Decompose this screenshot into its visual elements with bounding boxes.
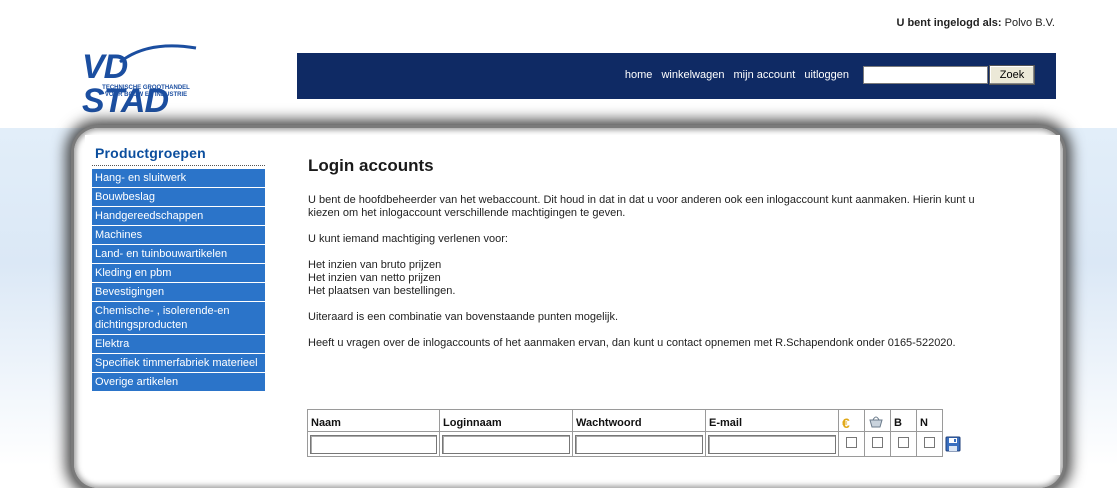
cell-naam <box>307 431 440 457</box>
sidebar: Productgroepen Hang- en sluitwerk Bouwbe… <box>92 144 265 392</box>
logo-subtitle-line1: TECHNISCHE GROOTHANDEL <box>102 85 190 91</box>
column-header-wachtwoord: Wachtwoord <box>572 409 706 432</box>
table-header-row: Naam Loginnaam Wachtwoord E-mail € B N <box>307 409 964 432</box>
column-header-naam: Naam <box>307 409 440 432</box>
top-navigation-bar: home winkelwagen mijn account uitloggen … <box>297 53 1056 99</box>
cell-basket-checkbox <box>864 431 891 457</box>
search-input[interactable] <box>863 66 988 84</box>
bruto-prijzen-checkbox[interactable] <box>846 437 857 448</box>
cell-email <box>705 431 839 457</box>
login-label: U bent ingelogd als: <box>896 17 1002 29</box>
vdstad-logo[interactable]: VD STAD TECHNISCHE GROOTHANDEL VOOR BOUW… <box>82 44 212 118</box>
login-info: U bent ingelogd als: Polvo B.V. <box>896 17 1055 29</box>
nav-home-link[interactable]: home <box>625 69 653 81</box>
top-nav-links: home winkelwagen mijn account uitloggen <box>619 69 849 81</box>
logo-title: VD STAD <box>82 48 169 120</box>
login-user: Polvo B.V. <box>1004 17 1055 29</box>
column-header-basket <box>864 409 891 432</box>
sidebar-item-elektra[interactable]: Elektra <box>92 335 265 353</box>
permission-intro: U kunt iemand machtiging verlenen voor: <box>308 233 508 245</box>
sidebar-item-overige[interactable]: Overige artikelen <box>92 373 265 391</box>
sidebar-item-handgereedschappen[interactable]: Handgereedschappen <box>92 207 265 225</box>
email-input[interactable] <box>708 434 836 454</box>
permission-item: Het inzien van bruto prijzen <box>308 259 442 271</box>
search-button[interactable]: Zoek <box>989 65 1035 85</box>
nav-winkelwagen-link[interactable]: winkelwagen <box>661 69 724 81</box>
wachtwoord-input[interactable] <box>575 434 703 454</box>
combination-note: Uiteraard is een combinatie van bovensta… <box>308 311 619 323</box>
cell-wachtwoord <box>572 431 706 457</box>
contact-note: Heeft u vragen over de inlogaccounts of … <box>308 337 956 349</box>
sidebar-item-chemische[interactable]: Chemische- , isolerende-en dichtingsprod… <box>92 302 265 334</box>
permission-item: Het plaatsen van bestellingen. <box>308 285 456 297</box>
permission-list: Het inzien van bruto prijzen Het inzien … <box>308 259 1008 298</box>
b-checkbox[interactable] <box>898 437 909 448</box>
n-checkbox[interactable] <box>924 437 935 448</box>
nav-uitloggen-link[interactable]: uitloggen <box>804 69 849 81</box>
cell-b-checkbox <box>890 431 917 457</box>
column-header-b: B <box>890 409 917 432</box>
sidebar-item-hang-en-sluitwerk[interactable]: Hang- en sluitwerk <box>92 169 265 187</box>
intro-paragraph: U bent de hoofdbeheerder van het webacco… <box>308 194 975 219</box>
cell-n-checkbox <box>916 431 943 457</box>
sidebar-item-kleding-en-pbm[interactable]: Kleding en pbm <box>92 264 265 282</box>
cell-loginnaam <box>439 431 573 457</box>
accounts-table: Naam Loginnaam Wachtwoord E-mail € B N <box>307 409 964 457</box>
column-header-email: E-mail <box>705 409 839 432</box>
bestellen-checkbox[interactable] <box>872 437 883 448</box>
euro-icon: € <box>842 414 850 431</box>
column-header-empty <box>943 410 964 432</box>
nav-mijn-account-link[interactable]: mijn account <box>734 69 796 81</box>
table-row <box>307 431 964 457</box>
naam-input[interactable] <box>310 434 437 454</box>
logo-subtitle: TECHNISCHE GROOTHANDEL VOOR BOUW EN INDU… <box>87 85 205 99</box>
main-content: Login accounts U bent de hoofdbeheerder … <box>308 156 1008 363</box>
cell-euro-checkbox <box>838 431 865 457</box>
page-title: Login accounts <box>308 156 434 175</box>
cell-save <box>943 432 964 457</box>
loginnaam-input[interactable] <box>442 434 570 454</box>
column-header-n: N <box>916 409 943 432</box>
save-icon[interactable] <box>945 436 961 452</box>
basket-icon <box>869 416 883 428</box>
column-header-loginnaam: Loginnaam <box>439 409 573 432</box>
sidebar-item-bevestigingen[interactable]: Bevestigingen <box>92 283 265 301</box>
permission-item: Het inzien van netto prijzen <box>308 272 441 284</box>
column-header-euro: € <box>838 409 865 432</box>
sidebar-item-timmerfabriek[interactable]: Specifiek timmerfabriek materieel <box>92 354 265 372</box>
logo-subtitle-line2: VOOR BOUW EN INDUSTRIE <box>104 92 188 98</box>
sidebar-item-machines[interactable]: Machines <box>92 226 265 244</box>
sidebar-title: Productgroepen <box>92 144 265 166</box>
sidebar-item-bouwbeslag[interactable]: Bouwbeslag <box>92 188 265 206</box>
sidebar-item-land-en-tuinbouw[interactable]: Land- en tuinbouwartikelen <box>92 245 265 263</box>
